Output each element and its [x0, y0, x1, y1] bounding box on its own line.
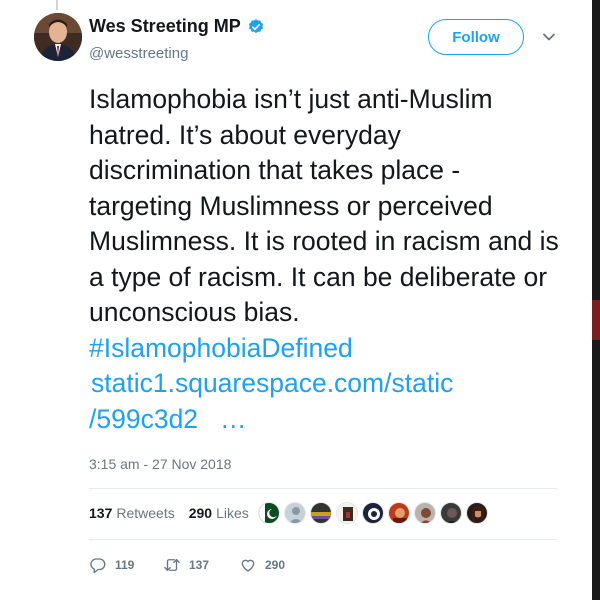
tweet-text-line: discrimination that takes place - — [89, 155, 461, 185]
like-count: 290 — [265, 558, 286, 572]
likes-count: 290 — [188, 505, 213, 521]
hashtag-link[interactable]: #IslamophobiaDefined — [89, 333, 353, 363]
likes-label: Likes — [216, 505, 249, 521]
retweets-count: 137 — [89, 505, 113, 521]
retweet-count: 137 — [189, 558, 210, 572]
retweets-stat[interactable]: 137 Retweets — [89, 505, 175, 521]
follow-button[interactable]: Follow — [428, 19, 524, 55]
liker-avatar[interactable] — [310, 502, 332, 524]
chevron-down-icon[interactable] — [541, 29, 557, 45]
tweet-text: Islamophobia isn’t just anti-Muslim hatr… — [89, 82, 569, 437]
liker-avatar[interactable] — [258, 502, 280, 524]
retweet-icon — [164, 559, 180, 571]
tweet-text-line: Muslimness. It is rooted in racism and i… — [89, 226, 559, 256]
engagement-stats: 137 Retweets 290 Likes — [89, 505, 263, 521]
retweet-button[interactable]: 137 — [163, 556, 239, 574]
liker-avatar[interactable] — [440, 502, 462, 524]
divider — [89, 488, 557, 489]
reply-icon — [90, 558, 106, 574]
likes-stat[interactable]: 290 Likes — [189, 505, 249, 521]
retweets-label: Retweets — [116, 505, 175, 521]
liker-avatars — [258, 502, 492, 524]
verified-badge-icon — [248, 18, 263, 33]
thread-line — [56, 0, 58, 10]
tweet-text-line: targeting Muslimness or perceived — [89, 190, 493, 221]
liker-avatar[interactable] — [388, 502, 410, 524]
divider — [89, 539, 557, 540]
display-name[interactable]: Wes Streeting MP — [89, 16, 241, 37]
liker-avatar[interactable] — [362, 502, 384, 524]
tweet-text-line: a type of racism. It can be deliberate o… — [89, 261, 548, 292]
avatar[interactable] — [34, 13, 82, 61]
reply-count: 119 — [115, 558, 135, 572]
reply-button[interactable]: 119 — [89, 556, 163, 574]
liker-avatar[interactable] — [466, 502, 488, 524]
url-link[interactable]: static1.squarespace.com/static — [89, 368, 453, 398]
url-link-continued[interactable]: /599c3d2 — [89, 404, 198, 434]
tweet-timestamp[interactable]: 3:15 am - 27 Nov 2018 — [89, 456, 231, 472]
tweet-text-line: unconscious bias. — [89, 297, 300, 327]
tweet-text-line: hatred. It’s about everyday — [89, 119, 401, 150]
liker-avatar[interactable] — [336, 502, 358, 524]
tweet-card: Wes Streeting MP @wesstreeting Follow Is… — [0, 0, 590, 600]
background-edge — [592, 0, 600, 600]
tweet-actions: 119 137 290 — [89, 556, 285, 574]
liker-avatar[interactable] — [414, 502, 436, 524]
heart-icon — [241, 559, 255, 572]
like-button[interactable]: 290 — [239, 556, 285, 574]
url-ellipsis[interactable]: … — [220, 404, 247, 434]
tweet-text-line: Islamophobia isn’t just anti-Muslim — [89, 84, 493, 114]
user-handle[interactable]: @wesstreeting — [89, 45, 188, 62]
liker-avatar[interactable] — [284, 502, 306, 524]
